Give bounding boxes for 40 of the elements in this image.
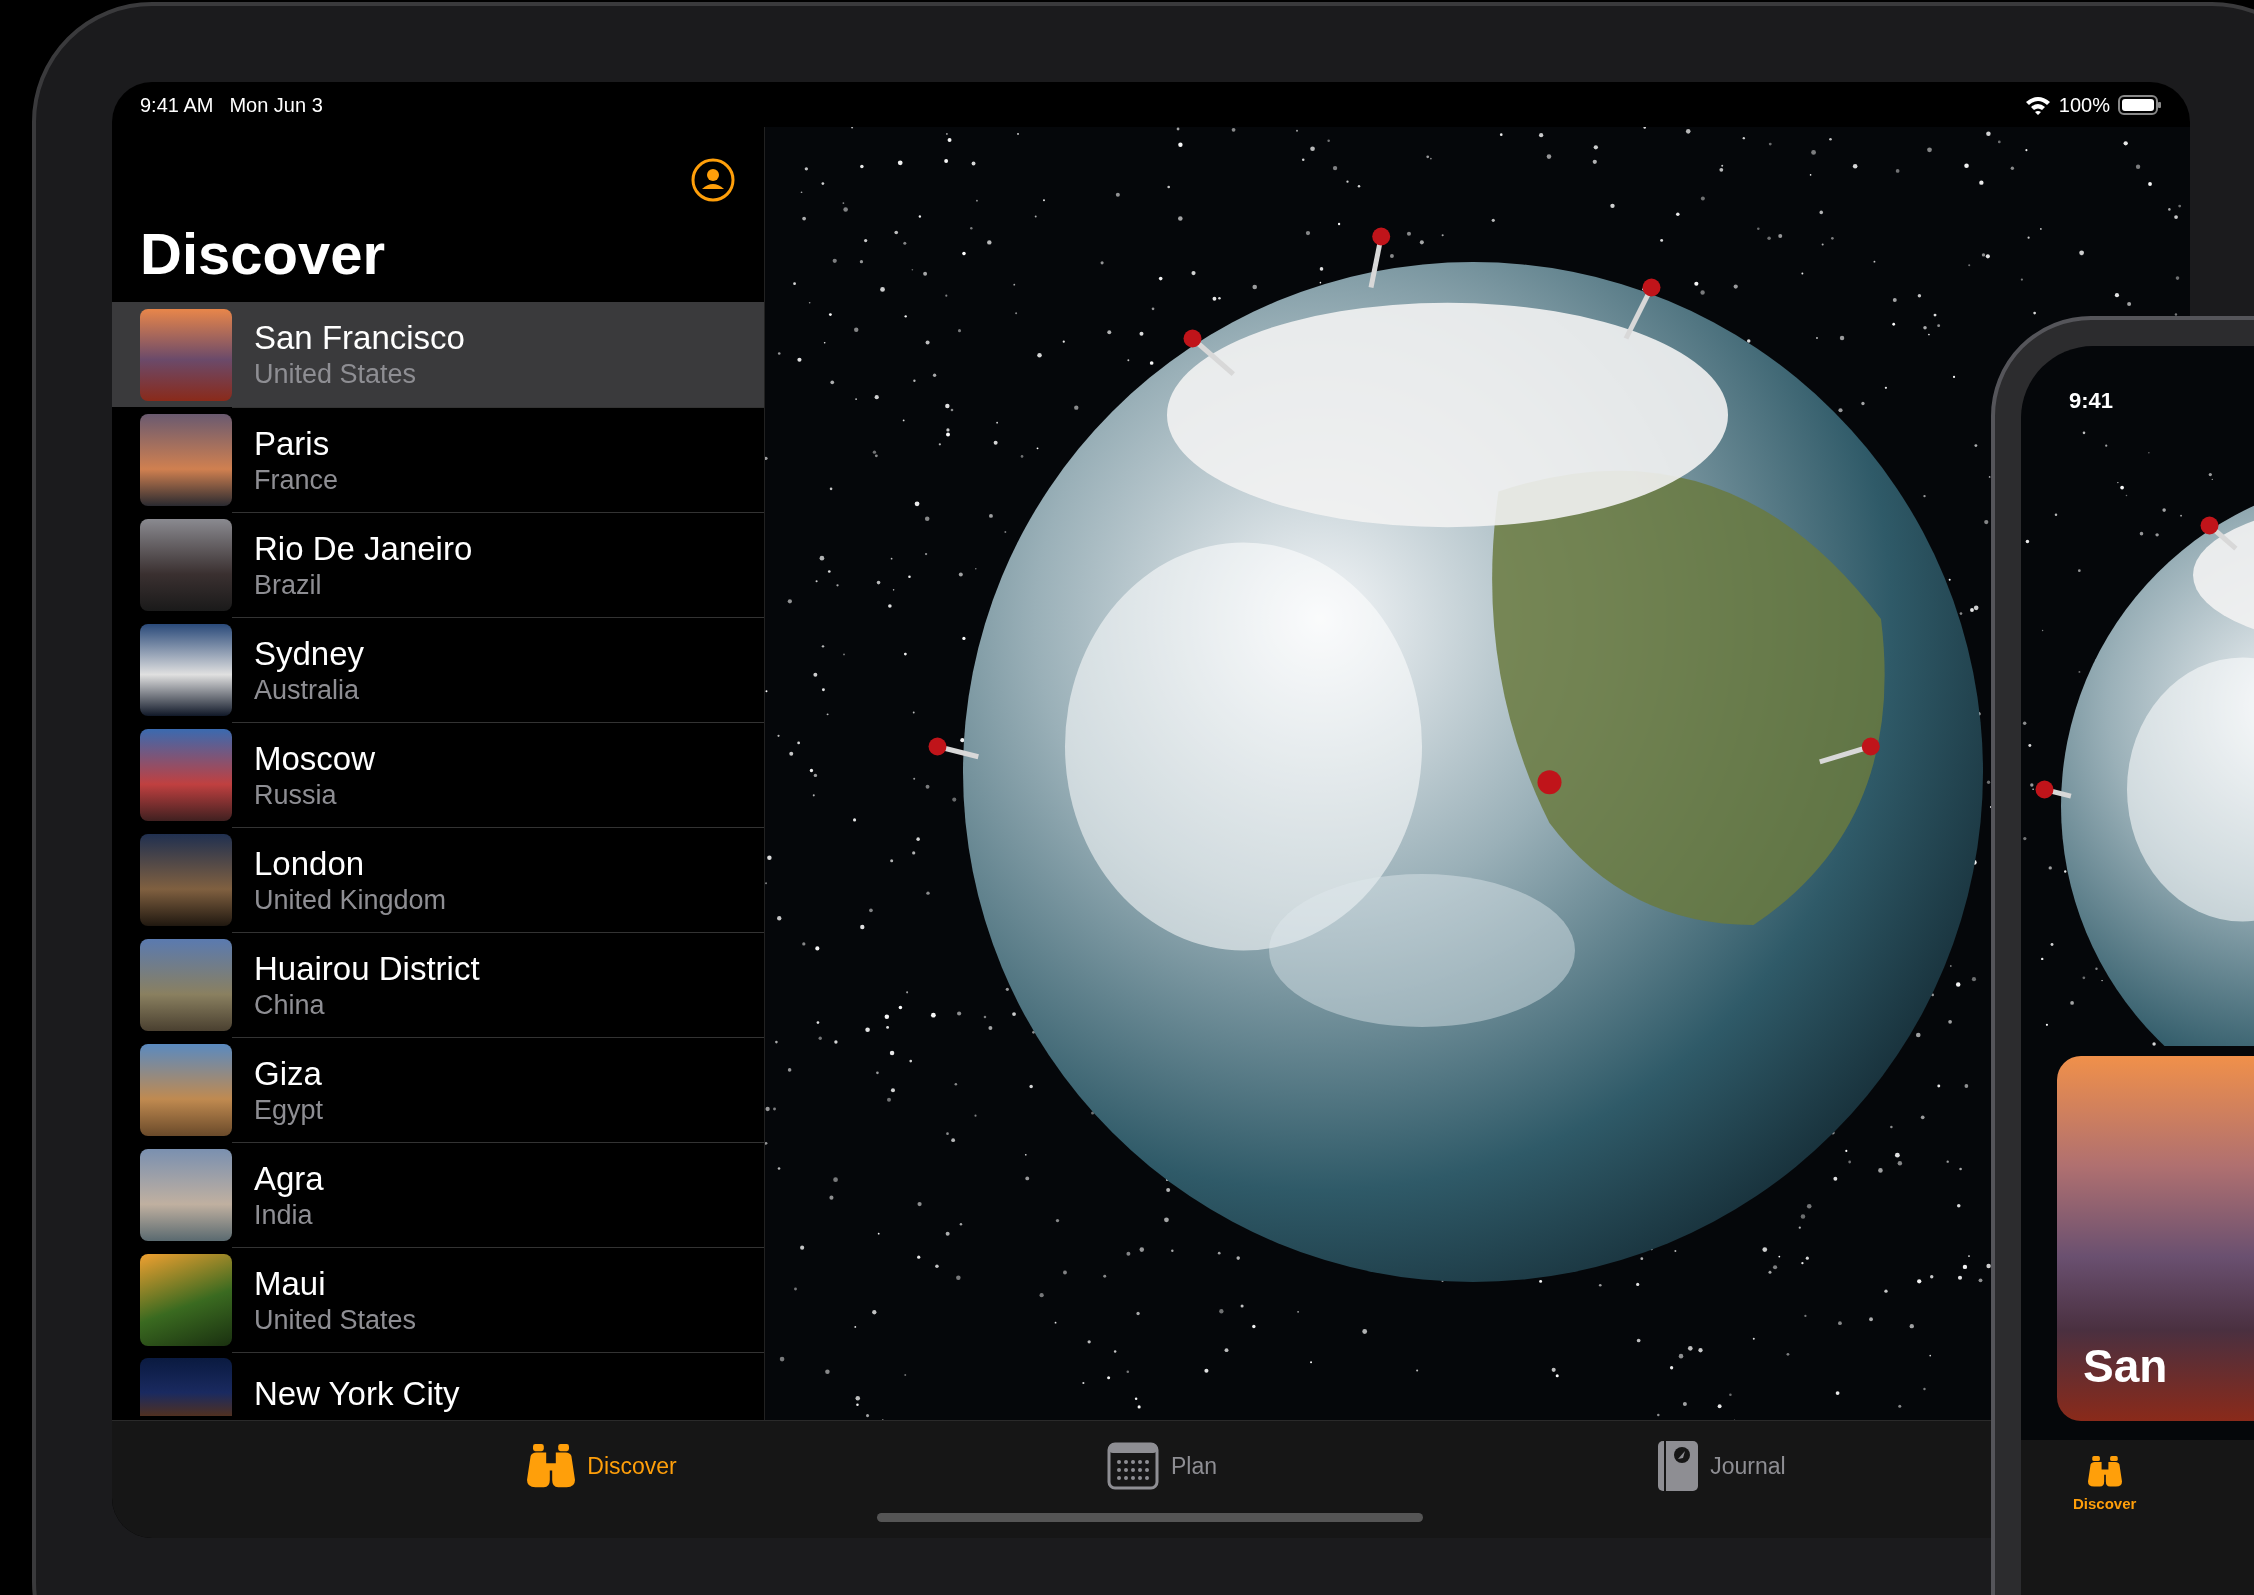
place-country: United Kingdom <box>254 883 447 917</box>
place-name: Sydney <box>254 633 365 674</box>
place-country: United States <box>254 358 417 392</box>
profile-icon[interactable] <box>690 157 736 203</box>
place-country: China <box>254 988 325 1022</box>
place-country: Egypt <box>254 1093 324 1127</box>
status-date: Mon Jun 3 <box>229 92 323 118</box>
binoculars-icon <box>2087 1456 2122 1487</box>
place-name: Giza <box>254 1053 322 1094</box>
place-name: Rio De Janeiro <box>254 528 473 569</box>
place-name: New York City <box>254 1374 460 1414</box>
wifi-icon <box>2024 94 2051 115</box>
place-name: San Francisco <box>254 318 465 358</box>
status-time: 9:41 <box>2069 387 2114 415</box>
destination-card[interactable]: San <box>2057 1056 2254 1421</box>
journal-icon <box>1658 1441 1699 1491</box>
place-name: London <box>254 843 365 884</box>
place-country: Australia <box>254 673 360 707</box>
place-name: Moscow <box>254 738 376 779</box>
tab-button[interactable]: Plan <box>1106 1441 1217 1491</box>
place-country: India <box>254 1198 313 1232</box>
tab-button[interactable]: Discover <box>527 1441 677 1491</box>
place-country: United States <box>254 1303 417 1337</box>
calendar-icon <box>1106 1442 1159 1490</box>
place-country: Russia <box>254 778 337 812</box>
place-name: Huairou District <box>254 948 480 989</box>
tab-button[interactable]: Discover <box>2073 1456 2137 1516</box>
sidebar-title: Discover <box>140 225 386 283</box>
status-time: 9:41 AM <box>140 92 214 118</box>
place-name: Agra <box>254 1158 324 1199</box>
place-country: Brazil <box>254 568 322 602</box>
binoculars-icon <box>527 1444 576 1488</box>
place-name: Maui <box>254 1263 326 1304</box>
place-name: Paris <box>254 423 330 464</box>
battery-percent: 100% <box>2058 92 2110 118</box>
card-title: San <box>2083 1339 2168 1394</box>
battery-icon <box>2118 94 2162 115</box>
place-country: France <box>254 463 339 497</box>
place-row[interactable]: San Francisco United States <box>112 302 764 407</box>
tab-button[interactable]: Journal <box>1658 1441 1786 1491</box>
